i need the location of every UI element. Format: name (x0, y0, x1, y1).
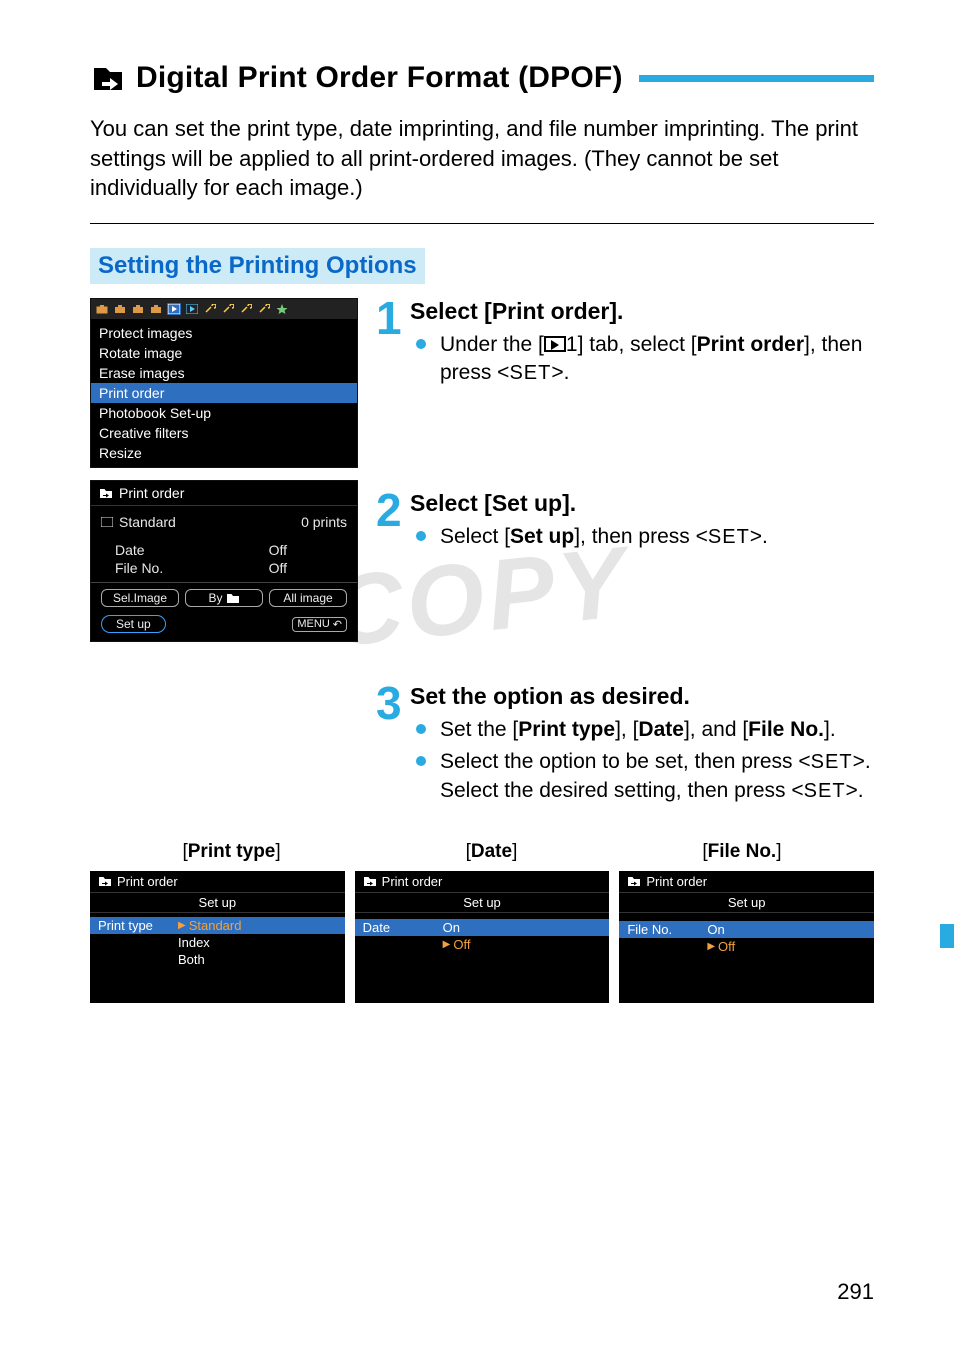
menu-list: Protect images Rotate image Erase images… (91, 319, 357, 467)
tab-camera-2-icon (113, 303, 127, 315)
tab-star-icon (275, 303, 289, 315)
folder-arrow-icon (363, 876, 377, 887)
menu-item: Rotate image (91, 343, 357, 363)
setting-option: On (443, 920, 602, 935)
bullet-icon (416, 756, 426, 766)
tab-wrench-1-icon (203, 303, 217, 315)
tab-camera-3-icon (131, 303, 145, 315)
menu-item: Creative filters (91, 423, 357, 443)
title-accent-bar (639, 75, 874, 82)
bullet-icon (416, 339, 426, 349)
tab-wrench-4-icon (257, 303, 271, 315)
setup-button-highlighted: Set up (101, 615, 166, 633)
page-title: Digital Print Order Format (DPOF) (136, 61, 623, 95)
type-label: Standard (119, 514, 176, 530)
section-heading: Setting the Printing Options (90, 248, 425, 284)
row-label: Date (115, 542, 145, 558)
step-heading: Select [Set up]. (410, 490, 874, 517)
bullet-text: Set the [Print type], [Date], and [File … (440, 716, 874, 744)
step-2: 2 Select [Set up]. Select [Set up], then… (376, 490, 874, 555)
step-heading: Select [Print order]. (410, 298, 874, 325)
page-layout-icon (101, 514, 113, 530)
folder-arrow-icon (98, 876, 112, 887)
step-heading: Set the option as desired. (410, 683, 874, 710)
bullet-text: Select [Set up], then press <SET>. (440, 523, 874, 551)
setting-value-selected: ▶Off (707, 939, 866, 954)
setting-value-selected: ▶Off (443, 937, 602, 952)
menu-item: Erase images (91, 363, 357, 383)
print-type-setup-screenshot: Print order Set up Print type ▶Standard … (90, 871, 345, 1003)
tab-play-1-icon (167, 303, 181, 315)
folder-arrow-icon (99, 488, 113, 499)
tab-wrench-3-icon (239, 303, 253, 315)
step-3: 3 Set the option as desired. Set the [Pr… (376, 683, 874, 809)
folder-arrow-icon (90, 60, 126, 96)
folder-icon (226, 593, 240, 604)
option-labels-row: [Print type] [Date] [File No.] (90, 841, 874, 863)
folder-arrow-icon (627, 876, 641, 887)
tab-play-2-icon (185, 303, 199, 315)
all-image-button: All image (269, 589, 347, 607)
step-number: 2 (376, 490, 410, 555)
print-order-screenshot: Print order Standard 0 prints Date Off (90, 480, 358, 642)
by-folder-button: By (185, 589, 263, 607)
row-value: Off (269, 542, 347, 558)
bullet-icon (416, 531, 426, 541)
menu-item: Protect images (91, 323, 357, 343)
sel-image-button: Sel.Image (101, 589, 179, 607)
step-1: 1 Select [Print order]. Under the [1] ta… (376, 298, 874, 392)
date-setup-screenshot: Print order Set up Date On ▶Off (355, 871, 610, 1003)
page-number: 291 (837, 1279, 874, 1305)
bullet-icon (416, 724, 426, 734)
menu-back-button: MENU ↶ (292, 617, 347, 632)
bullet-text: Under the [1] tab, select [Print order],… (440, 331, 874, 388)
camera-menu-screenshot: Protect images Rotate image Erase images… (90, 298, 358, 468)
setting-label: File No. (627, 922, 707, 937)
intro-paragraph: You can set the print type, date imprint… (90, 114, 874, 203)
setting-label: Date (363, 920, 443, 935)
page-title-row: Digital Print Order Format (DPOF) (90, 60, 874, 96)
setting-label: Print type (98, 918, 178, 933)
tab-camera-1-icon (95, 303, 109, 315)
setting-option: On (707, 922, 866, 937)
tab-wrench-2-icon (221, 303, 235, 315)
return-icon: ↶ (333, 618, 342, 631)
menu-item-selected: Print order (91, 383, 357, 403)
side-bleed-tab (940, 924, 954, 948)
screen-title: Print order (119, 485, 184, 501)
fileno-setup-screenshot: Print order Set up File No. On ▶Off (619, 871, 874, 1003)
step-number: 1 (376, 298, 410, 392)
setting-option: Both (178, 952, 337, 967)
menu-item: Photobook Set-up (91, 403, 357, 423)
menu-item: Resize (91, 443, 357, 463)
prints-count: 0 prints (301, 514, 347, 530)
setting-value-selected: ▶Standard (178, 918, 337, 933)
setting-option: Index (178, 935, 337, 950)
row-label: File No. (115, 560, 163, 576)
play-tab-icon (544, 336, 566, 352)
step-number: 3 (376, 683, 410, 809)
row-value: Off (269, 560, 347, 576)
tab-camera-4-icon (149, 303, 163, 315)
menu-tab-strip (91, 299, 357, 319)
bullet-text: Select the option to be set, then press … (440, 748, 874, 805)
divider (90, 223, 874, 224)
